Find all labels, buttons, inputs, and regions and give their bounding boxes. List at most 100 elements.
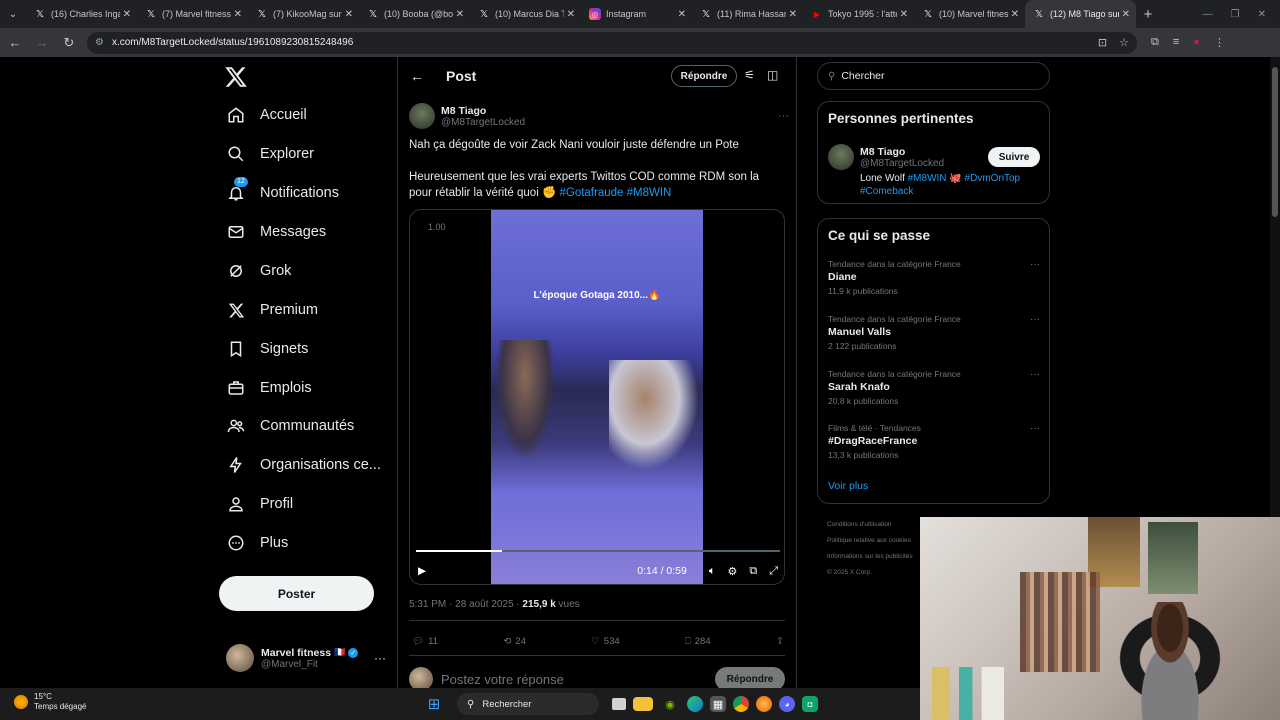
account-switcher[interactable]: Marvel fitness 🇫🇷 ✓ @Marvel_Fit ···	[226, 643, 386, 673]
reply-action[interactable]: 💬︎ 11	[412, 632, 438, 650]
back-icon[interactable]: ←	[3, 31, 27, 55]
close-tab-icon[interactable]: ✕	[123, 9, 131, 20]
install-app-icon[interactable]: ⊡	[1098, 36, 1107, 49]
nav-item-explore[interactable]: Explorer	[226, 140, 314, 168]
weather-widget[interactable]: 15°C Temps dégagé	[14, 692, 86, 712]
author-handle[interactable]: @M8TargetLocked	[441, 117, 525, 128]
hashtag-link[interactable]: #Gotafraude	[559, 187, 623, 199]
close-tab-icon[interactable]: ✕	[567, 9, 575, 20]
nav-item-messages[interactable]: Messages	[226, 218, 326, 246]
tab-search-icon[interactable]: ⌄	[0, 0, 26, 28]
more-icon[interactable]: ···	[1030, 423, 1040, 434]
browser-tab-active[interactable]: 𝕏 (12) M8 Tiago sur ✕	[1025, 0, 1136, 28]
reply-header-button[interactable]: Répondre	[671, 65, 737, 87]
share-action[interactable]: ⇪	[776, 632, 784, 650]
nav-item-bookmarks[interactable]: Signets	[226, 335, 308, 363]
minimize-icon[interactable]: —	[1203, 9, 1213, 20]
url-field[interactable]: ⚙ x.com/M8TargetLocked/status/1961089230…	[87, 31, 1137, 54]
more-icon[interactable]: ···	[374, 651, 386, 665]
taskbar-search[interactable]: ⚲ Rechercher	[457, 693, 599, 715]
x-logo-icon[interactable]	[224, 65, 248, 89]
site-info-icon[interactable]: ⚙	[95, 37, 104, 48]
nav-item-communities[interactable]: Communautés	[226, 412, 354, 440]
close-tab-icon[interactable]: ✕	[789, 9, 797, 20]
trend-item[interactable]: Tendance dans la catégorie France Sarah …	[828, 369, 1040, 406]
trend-item[interactable]: Tendance dans la catégorie France Diane …	[828, 259, 1040, 296]
play-icon[interactable]: ▶	[418, 565, 426, 577]
firefox-icon[interactable]	[756, 696, 772, 712]
browser-tab[interactable]: ▶ Tokyo 1995 : l'atte ✕	[803, 0, 914, 28]
file-explorer-icon[interactable]	[633, 697, 653, 711]
footer-link[interactable]: Politique relative aux cookies	[827, 533, 913, 549]
search-input[interactable]: ⚲ Chercher	[817, 62, 1050, 90]
profile-icon[interactable]: ●	[1193, 36, 1200, 49]
nav-item-organizations[interactable]: Organisations ce...	[226, 451, 381, 479]
close-window-icon[interactable]: ✕	[1258, 9, 1266, 20]
see-more-link[interactable]: Voir plus	[828, 480, 868, 492]
post-timestamp[interactable]: 5:31 PM · 28 août 2025 ·	[409, 599, 522, 610]
pip-icon[interactable]: ⧉	[749, 565, 757, 578]
back-arrow-icon[interactable]: ←	[410, 68, 424, 84]
media-icon[interactable]: ≡	[1173, 36, 1179, 49]
windows-start-icon[interactable]: ⊞	[424, 694, 444, 714]
close-tab-icon[interactable]: ✕	[345, 9, 353, 20]
sliders-icon[interactable]: ⚟	[744, 68, 755, 82]
close-tab-icon[interactable]: ✕	[900, 9, 908, 20]
extensions-icon[interactable]: ⧉	[1151, 36, 1159, 49]
reader-view-icon[interactable]: ◫	[767, 68, 778, 82]
close-tab-icon[interactable]: ✕	[1011, 9, 1019, 20]
trend-item[interactable]: Films & télé · Tendances #DragRaceFrance…	[828, 423, 1040, 460]
browser-tab[interactable]: 𝕏 (7) Marvel fitness ✕	[137, 0, 248, 28]
new-tab-icon[interactable]: +	[1136, 6, 1160, 23]
nav-item-more[interactable]: Plus	[226, 529, 288, 557]
settings-icon[interactable]: ⚙	[727, 565, 737, 578]
hashtag-link[interactable]: #Comeback	[860, 186, 913, 197]
browser-tab[interactable]: 𝕏 (10) Booba (@bo ✕	[359, 0, 470, 28]
footer-link[interactable]: Conditions d'utilisation	[827, 517, 913, 533]
author-name[interactable]: M8 Tiago	[441, 105, 525, 117]
relevant-user[interactable]: M8 Tiago @M8TargetLocked Suivre Lone Wol…	[828, 144, 1040, 198]
bookmark-action[interactable]: ⎕ 284	[685, 632, 711, 650]
like-action[interactable]: ♡ 534	[591, 632, 619, 650]
task-view-icon[interactable]	[612, 698, 626, 710]
post-button[interactable]: Poster	[219, 576, 374, 611]
video-frame[interactable]: L’époque Gotaga 2010...🔥	[491, 210, 703, 584]
hashtag-link[interactable]: #M8WIN	[908, 173, 947, 184]
close-tab-icon[interactable]: ✕	[678, 9, 686, 20]
repost-action[interactable]: ⟲ 24	[503, 632, 526, 650]
browser-tab[interactable]: 𝕏 (11) Rima Hassan ✕	[692, 0, 803, 28]
browser-tab[interactable]: 𝕏 (7) KikooMag sur ✕	[248, 0, 359, 28]
user-name[interactable]: M8 Tiago	[860, 146, 944, 158]
nav-item-grok[interactable]: Grok	[226, 257, 291, 285]
nav-item-home[interactable]: Accueil	[226, 101, 307, 129]
avatar[interactable]	[828, 144, 854, 170]
video-progress-bar[interactable]	[416, 550, 780, 552]
more-icon[interactable]: ···	[778, 110, 789, 122]
maximize-icon[interactable]: ❐	[1231, 9, 1240, 20]
more-icon[interactable]: ···	[1030, 259, 1040, 270]
nav-item-premium[interactable]: Premium	[226, 296, 318, 324]
nav-item-jobs[interactable]: Emplois	[226, 374, 312, 402]
reply-submit-button[interactable]: Répondre	[715, 667, 785, 688]
nav-item-notifications[interactable]: 12 Notifications	[226, 177, 339, 207]
trend-item[interactable]: Tendance dans la catégorie France Manuel…	[828, 314, 1040, 351]
close-tab-icon[interactable]: ✕	[1122, 9, 1130, 20]
star-icon[interactable]: ☆	[1119, 36, 1129, 49]
reload-icon[interactable]: ↻	[57, 31, 81, 55]
reply-input[interactable]: Postez votre réponse	[441, 672, 564, 687]
avatar[interactable]	[409, 103, 435, 129]
fullscreen-icon[interactable]: ⤢	[769, 565, 778, 578]
app-icon[interactable]: ◘	[802, 696, 818, 712]
discord-icon[interactable]: ◕	[779, 696, 795, 712]
more-icon[interactable]: ···	[1030, 369, 1040, 380]
chrome-icon[interactable]	[733, 696, 749, 712]
edge-icon[interactable]	[687, 696, 703, 712]
menu-icon[interactable]: ⋮	[1214, 36, 1225, 49]
nvidia-icon[interactable]: ◉	[660, 694, 680, 714]
browser-tab[interactable]: 𝕏 (16) Charlies Inga ✕	[26, 0, 137, 28]
more-icon[interactable]: ···	[1030, 314, 1040, 325]
hashtag-link[interactable]: #DvmOnTop	[965, 173, 1021, 184]
footer-link[interactable]: Informations sur les publicités	[827, 549, 913, 565]
hashtag-link[interactable]: #M8WIN	[627, 187, 672, 199]
video-player[interactable]: 1.00 L’époque Gotaga 2010...🔥 ▶ 0:14 / 0…	[409, 209, 785, 585]
